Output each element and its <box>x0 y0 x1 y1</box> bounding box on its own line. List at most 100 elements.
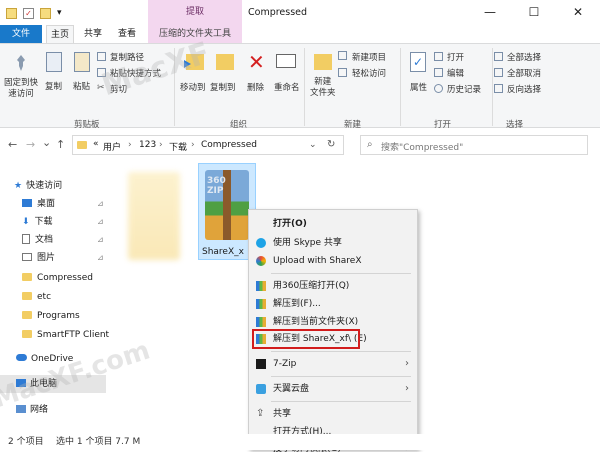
menu-item-share[interactable]: ⇪ 共享 <box>249 404 417 424</box>
invert-selection-button[interactable]: 反向选择 <box>507 83 541 95</box>
nav-compressed[interactable]: Compressed <box>22 270 93 286</box>
address-dropdown[interactable]: ⌄ <box>309 140 317 150</box>
properties-button[interactable]: 属性 <box>410 81 427 93</box>
pin-quick-access-button[interactable]: 固定到快 速访问 <box>4 78 38 100</box>
maximize-button[interactable]: ☐ <box>512 0 556 25</box>
tab-view[interactable]: 查看 <box>114 25 140 43</box>
archive-icon <box>256 317 266 327</box>
pin-icon: ⊿ <box>97 253 104 262</box>
menu-separator <box>271 376 411 377</box>
breadcrumb-users[interactable]: 用户 <box>103 140 121 153</box>
download-icon: ⬇ <box>22 217 30 227</box>
properties-check-icon[interactable]: ✓ <box>23 7 34 19</box>
breadcrumb-separator: › <box>191 140 195 150</box>
recent-locations-dropdown[interactable]: ⌄ <box>42 136 51 149</box>
select-none-button[interactable]: 全部取消 <box>507 67 541 79</box>
address-bar[interactable]: « 用户 › 123 › 下载 › Compressed ⌄ ↻ <box>72 135 344 155</box>
group-separator <box>400 48 401 126</box>
new-folder-button[interactable]: 新建 文件夹 <box>310 77 336 99</box>
selection-info: 选中 1 个项目 7.7 M <box>56 437 141 447</box>
nav-desktop[interactable]: 桌面 <box>22 196 55 212</box>
delete-icon[interactable]: ✕ <box>248 52 266 72</box>
menu-item-7zip[interactable]: 7-Zip › <box>249 354 417 374</box>
tab-home[interactable]: 主页 <box>46 25 74 43</box>
new-folder-icon[interactable] <box>314 54 332 70</box>
nav-pictures[interactable]: 图片 <box>22 250 55 266</box>
tab-share[interactable]: 共享 <box>80 25 106 43</box>
properties-icon[interactable]: ✓ <box>410 52 426 72</box>
zip-archive-icon: 360 ZIP <box>205 170 249 240</box>
paste-button[interactable]: 粘贴 <box>73 80 90 92</box>
nav-downloads[interactable]: ⬇ 下载 <box>22 214 53 230</box>
highlight-box <box>252 329 360 349</box>
picture-icon <box>22 253 32 261</box>
context-menu: 打开(O) 使用 Skype 共享 Upload with ShareX 用36… <box>248 209 418 452</box>
copy-icon[interactable] <box>46 52 62 72</box>
organize-group-label: 组织 <box>230 120 248 130</box>
pin-icon: ⊿ <box>97 217 104 226</box>
folder-icon <box>22 273 32 281</box>
rename-icon[interactable] <box>276 54 296 68</box>
share-icon: ⇪ <box>256 408 265 419</box>
nav-etc[interactable]: etc <box>22 289 51 305</box>
archive-icon <box>256 299 266 309</box>
delete-button[interactable]: 删除 <box>247 81 264 93</box>
nav-documents[interactable]: 文档 <box>22 232 53 248</box>
ribbon-tabs: 文件 主页 共享 查看 压缩的文件夹工具 <box>0 25 600 43</box>
new-item-button[interactable]: 新建项目 <box>352 51 386 63</box>
breadcrumb-downloads[interactable]: 下载 <box>169 140 187 153</box>
forward-button[interactable]: → <box>26 138 35 151</box>
nav-quick-access[interactable]: ★ 快速访问 <box>14 178 62 194</box>
clipboard-group-label: 剪贴板 <box>74 120 100 130</box>
group-separator <box>304 48 305 126</box>
qat-dropdown[interactable]: ▾ <box>57 8 62 18</box>
tab-file[interactable]: 文件 <box>0 25 42 43</box>
breadcrumb-compressed[interactable]: Compressed <box>201 140 257 150</box>
breadcrumb-123[interactable]: 123 <box>139 140 156 150</box>
open-button[interactable]: 打开 <box>447 51 464 63</box>
close-button[interactable]: ✕ <box>556 0 600 25</box>
easy-access-button[interactable]: 轻松访问 <box>352 67 386 79</box>
file-item-blurred[interactable] <box>128 172 180 260</box>
pin-icon[interactable] <box>14 54 28 72</box>
copy-button[interactable]: 复制 <box>45 80 62 92</box>
refresh-button[interactable]: ↻ <box>327 139 335 150</box>
menu-item-tianyi-cloud[interactable]: 天翼云盘 › <box>249 379 417 399</box>
menu-item-extract-to[interactable]: 解压到(F)... <box>249 294 417 314</box>
path-prefix: « <box>93 139 99 149</box>
paste-icon[interactable] <box>74 52 90 72</box>
new-folder-icon[interactable] <box>40 7 51 19</box>
rename-button[interactable]: 重命名 <box>274 81 300 93</box>
menu-separator <box>271 351 411 352</box>
select-group-label: 选择 <box>506 120 524 130</box>
select-none-icon <box>494 68 503 77</box>
nav-smartftp-client[interactable]: SmartFTP Client <box>22 327 109 343</box>
menu-item-open-360[interactable]: 用360压缩打开(Q) <box>249 276 417 296</box>
invert-selection-icon <box>494 84 503 93</box>
folder-icon[interactable] <box>6 7 17 19</box>
back-button[interactable]: ← <box>8 138 17 151</box>
7zip-icon <box>256 359 266 369</box>
copy-to-button[interactable]: 复制到 <box>210 81 236 93</box>
up-button[interactable]: ↑ <box>56 138 65 151</box>
context-tab-header: 提取 <box>148 0 242 25</box>
watermark: MacXF.com <box>0 335 154 415</box>
nav-programs[interactable]: Programs <box>22 308 80 324</box>
menu-item-open[interactable]: 打开(O) <box>249 214 417 234</box>
pin-icon: ⊿ <box>97 235 104 244</box>
history-icon <box>434 84 443 93</box>
move-to-button[interactable]: 移动到 <box>180 81 206 93</box>
menu-item-upload-sharex[interactable]: Upload with ShareX <box>249 251 417 271</box>
copy-to-icon[interactable] <box>216 54 234 70</box>
star-icon: ★ <box>14 181 23 191</box>
menu-item-skype-share[interactable]: 使用 Skype 共享 <box>249 233 417 253</box>
history-button[interactable]: 历史记录 <box>447 83 481 95</box>
select-all-button[interactable]: 全部选择 <box>507 51 541 63</box>
search-input[interactable]: 搜索"Compressed" <box>381 140 463 153</box>
new-group-label: 新建 <box>344 120 362 130</box>
menu-separator <box>271 273 411 274</box>
edit-button[interactable]: 编辑 <box>447 67 464 79</box>
sharex-icon <box>256 256 266 266</box>
minimize-button[interactable]: — <box>468 0 512 25</box>
search-box[interactable]: ⌕ 搜索"Compressed" <box>360 135 588 155</box>
